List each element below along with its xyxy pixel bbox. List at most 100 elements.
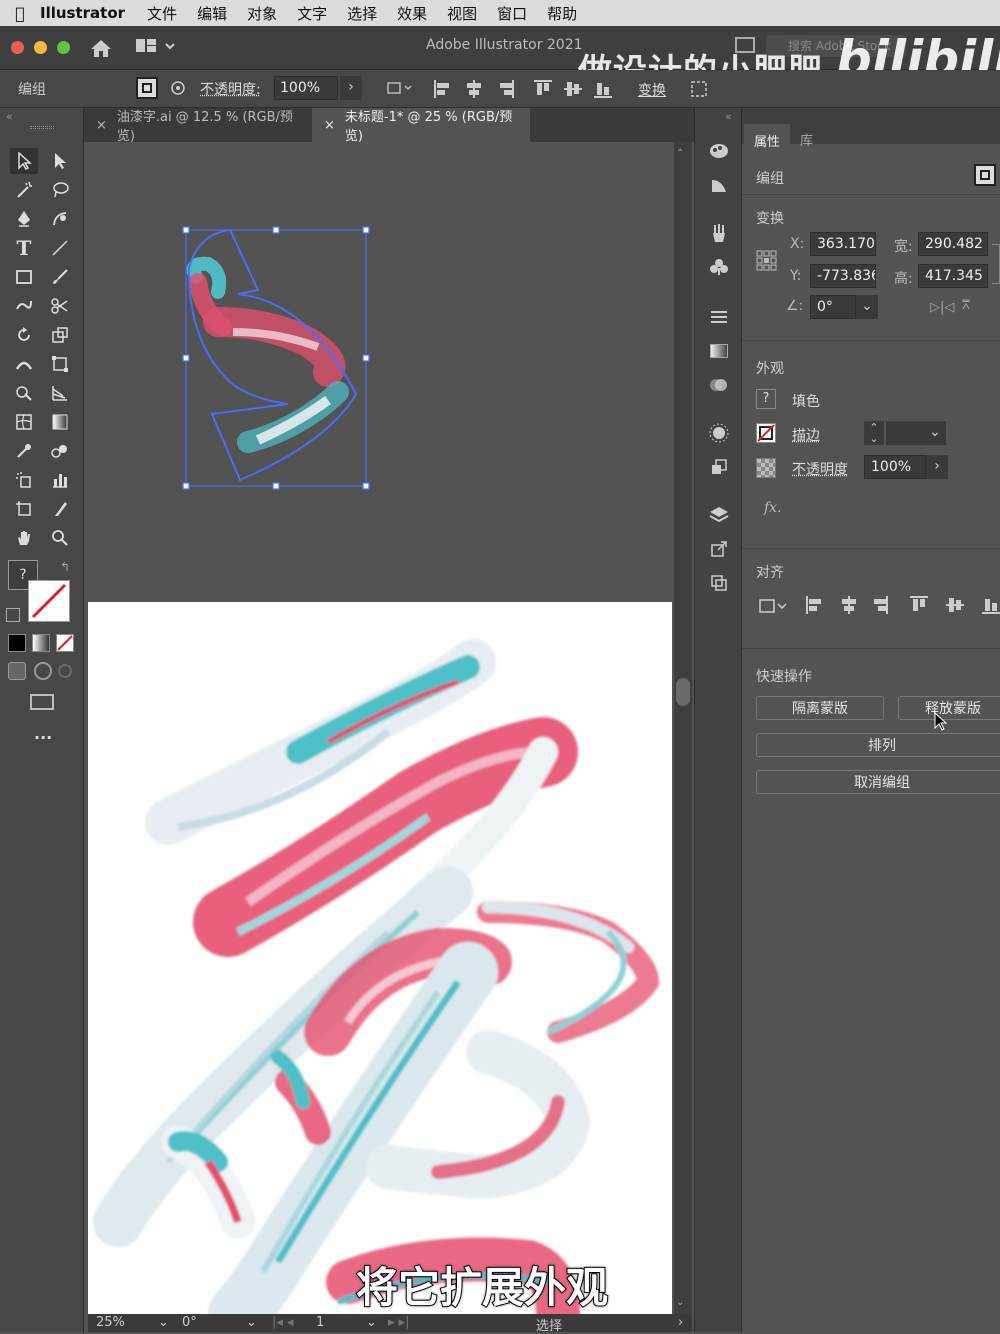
stroke-label[interactable]: 描边 <box>792 425 820 445</box>
first-artboard-icon[interactable]: |◂ ◂ <box>272 1315 294 1330</box>
doc-tab[interactable]: × 油漆字.ai @ 12.5 % (RGB/预览) <box>84 108 310 144</box>
rectangle-tool-icon[interactable] <box>10 264 38 290</box>
close-tab-icon[interactable]: × <box>96 118 107 133</box>
asset-export-icon[interactable] <box>705 536 733 562</box>
stroke-swatch[interactable] <box>28 580 70 622</box>
close-window-button[interactable] <box>11 41 24 54</box>
release-mask-button[interactable]: 释放蒙版 <box>898 696 1000 720</box>
edit-toolbar-icon[interactable]: ··· <box>34 728 52 747</box>
symbols-panel-icon[interactable] <box>705 254 733 280</box>
artboard-number[interactable]: 1 <box>316 1315 324 1330</box>
stroke-weight-dropdown-icon[interactable]: ⌄ <box>924 421 946 445</box>
isolate-group-icon[interactable] <box>974 164 996 186</box>
close-tab-icon[interactable]: × <box>324 118 335 133</box>
apple-icon[interactable]:  <box>0 4 40 23</box>
zoom-dropdown-icon[interactable]: ⌄ <box>158 1315 169 1330</box>
selected-group-preview[interactable] <box>178 222 378 492</box>
free-transform-tool-icon[interactable] <box>46 351 74 377</box>
scale-tool-icon[interactable] <box>46 322 74 348</box>
workspace-switcher-icon[interactable] <box>136 39 176 55</box>
rotate-tool-icon[interactable] <box>10 322 38 348</box>
flip-horizontal-icon[interactable]: ▷|◁ <box>930 300 954 315</box>
zoom-window-button[interactable] <box>57 41 70 54</box>
angle-dropdown-icon[interactable]: ⌄ <box>856 295 878 319</box>
scrollbar-thumb[interactable] <box>676 678 690 706</box>
draw-inside-icon[interactable] <box>58 664 72 678</box>
y-input[interactable]: -773.836 <box>810 264 876 288</box>
symbol-sprayer-tool-icon[interactable] <box>10 467 38 493</box>
menu-edit[interactable]: 编辑 <box>197 3 227 24</box>
x-input[interactable]: 363.170 <box>810 232 876 256</box>
artboard[interactable] <box>88 602 672 1314</box>
width-tool-icon[interactable] <box>10 351 38 377</box>
default-colors-icon[interactable] <box>6 608 20 622</box>
opacity-input[interactable]: 100% <box>274 76 338 100</box>
shape-builder-tool-icon[interactable] <box>10 380 38 406</box>
ungroup-button[interactable]: 取消编组 <box>756 770 1000 794</box>
color-mode-icon[interactable] <box>8 634 26 652</box>
selection-tool-icon[interactable] <box>10 148 38 174</box>
rotation-dropdown-icon[interactable]: ⌄ <box>246 1315 257 1330</box>
appearance-opacity-input[interactable]: 100% <box>864 455 926 479</box>
swap-fill-stroke-icon[interactable]: ↰ <box>60 560 70 574</box>
pen-tool-icon[interactable] <box>10 206 38 232</box>
line-tool-icon[interactable] <box>46 235 74 261</box>
scroll-down-arrow[interactable]: ⌄ <box>676 1297 684 1308</box>
zoom-level[interactable]: 25% <box>96 1315 125 1330</box>
stroke-weight-stepper[interactable]: ⌃ ⌄ <box>864 421 884 445</box>
vertical-scrollbar[interactable]: ⌃ ⌄ <box>674 142 692 1314</box>
collapse-panel-icon[interactable]: « <box>6 110 13 123</box>
opacity-arrow-button[interactable]: › <box>926 455 948 479</box>
menu-type[interactable]: 文字 <box>297 3 327 24</box>
blend-tool-icon[interactable] <box>46 438 74 464</box>
none-mode-icon[interactable] <box>56 634 74 652</box>
scissors-tool-icon[interactable] <box>46 293 74 319</box>
perspective-grid-tool-icon[interactable] <box>46 380 74 406</box>
panel-grip-icon[interactable] <box>30 126 54 129</box>
magic-wand-tool-icon[interactable] <box>10 177 38 203</box>
home-icon[interactable] <box>90 38 112 58</box>
align-buttons-panel[interactable] <box>758 594 1000 618</box>
zoom-tool-icon[interactable] <box>46 525 74 551</box>
reference-point-icon[interactable] <box>756 250 778 272</box>
column-graph-tool-icon[interactable] <box>46 467 74 493</box>
status-menu-icon[interactable]: › <box>678 1315 683 1330</box>
width-input[interactable]: 290.482 <box>918 232 988 256</box>
menu-help[interactable]: 帮助 <box>547 3 577 24</box>
stroke-swatch-icon[interactable] <box>756 423 776 443</box>
menu-select[interactable]: 选择 <box>347 3 377 24</box>
gradient-panel-icon[interactable] <box>705 338 733 364</box>
height-input[interactable]: 417.345 <box>918 264 988 288</box>
slice-tool-icon[interactable] <box>46 496 74 522</box>
align-to-icon[interactable] <box>386 78 416 98</box>
fx-effects-button[interactable]: fx. <box>764 500 782 516</box>
opacity-swatch-icon[interactable] <box>756 458 776 478</box>
opacity-arrow-button[interactable]: › <box>340 76 362 100</box>
lasso-tool-icon[interactable] <box>46 177 74 203</box>
direct-selection-tool-icon[interactable] <box>46 148 74 174</box>
align-buttons-group[interactable] <box>432 78 622 100</box>
artboards-panel-icon[interactable] <box>705 570 733 596</box>
type-tool-icon[interactable]: T <box>10 235 38 261</box>
hand-tool-icon[interactable] <box>10 525 38 551</box>
shaper-tool-icon[interactable] <box>10 293 38 319</box>
isolate-group-icon[interactable] <box>136 77 158 99</box>
transform-each-icon[interactable] <box>688 78 710 100</box>
transform-link[interactable]: 变换 <box>638 80 666 100</box>
menu-file[interactable]: 文件 <box>147 3 177 24</box>
flip-vertical-icon[interactable]: ⩞ <box>962 298 970 313</box>
rotation-value[interactable]: 0° <box>182 1315 197 1330</box>
canvas-area[interactable] <box>88 142 674 1314</box>
brushes-panel-icon[interactable] <box>705 220 733 246</box>
menu-window[interactable]: 窗口 <box>497 3 527 24</box>
mesh-tool-icon[interactable] <box>10 409 38 435</box>
minimize-window-button[interactable] <box>34 41 47 54</box>
paintbrush-tool-icon[interactable] <box>46 264 74 290</box>
menu-effect[interactable]: 效果 <box>397 3 427 24</box>
next-artboard-icon[interactable]: ▸ ▸| <box>388 1315 410 1330</box>
isolate-mask-button[interactable]: 隔离蒙版 <box>756 696 884 720</box>
curvature-tool-icon[interactable] <box>46 206 74 232</box>
scroll-up-arrow[interactable]: ⌃ <box>676 148 684 159</box>
constrain-proportions-icon[interactable] <box>992 244 1000 284</box>
graphic-styles-icon[interactable] <box>705 454 733 480</box>
